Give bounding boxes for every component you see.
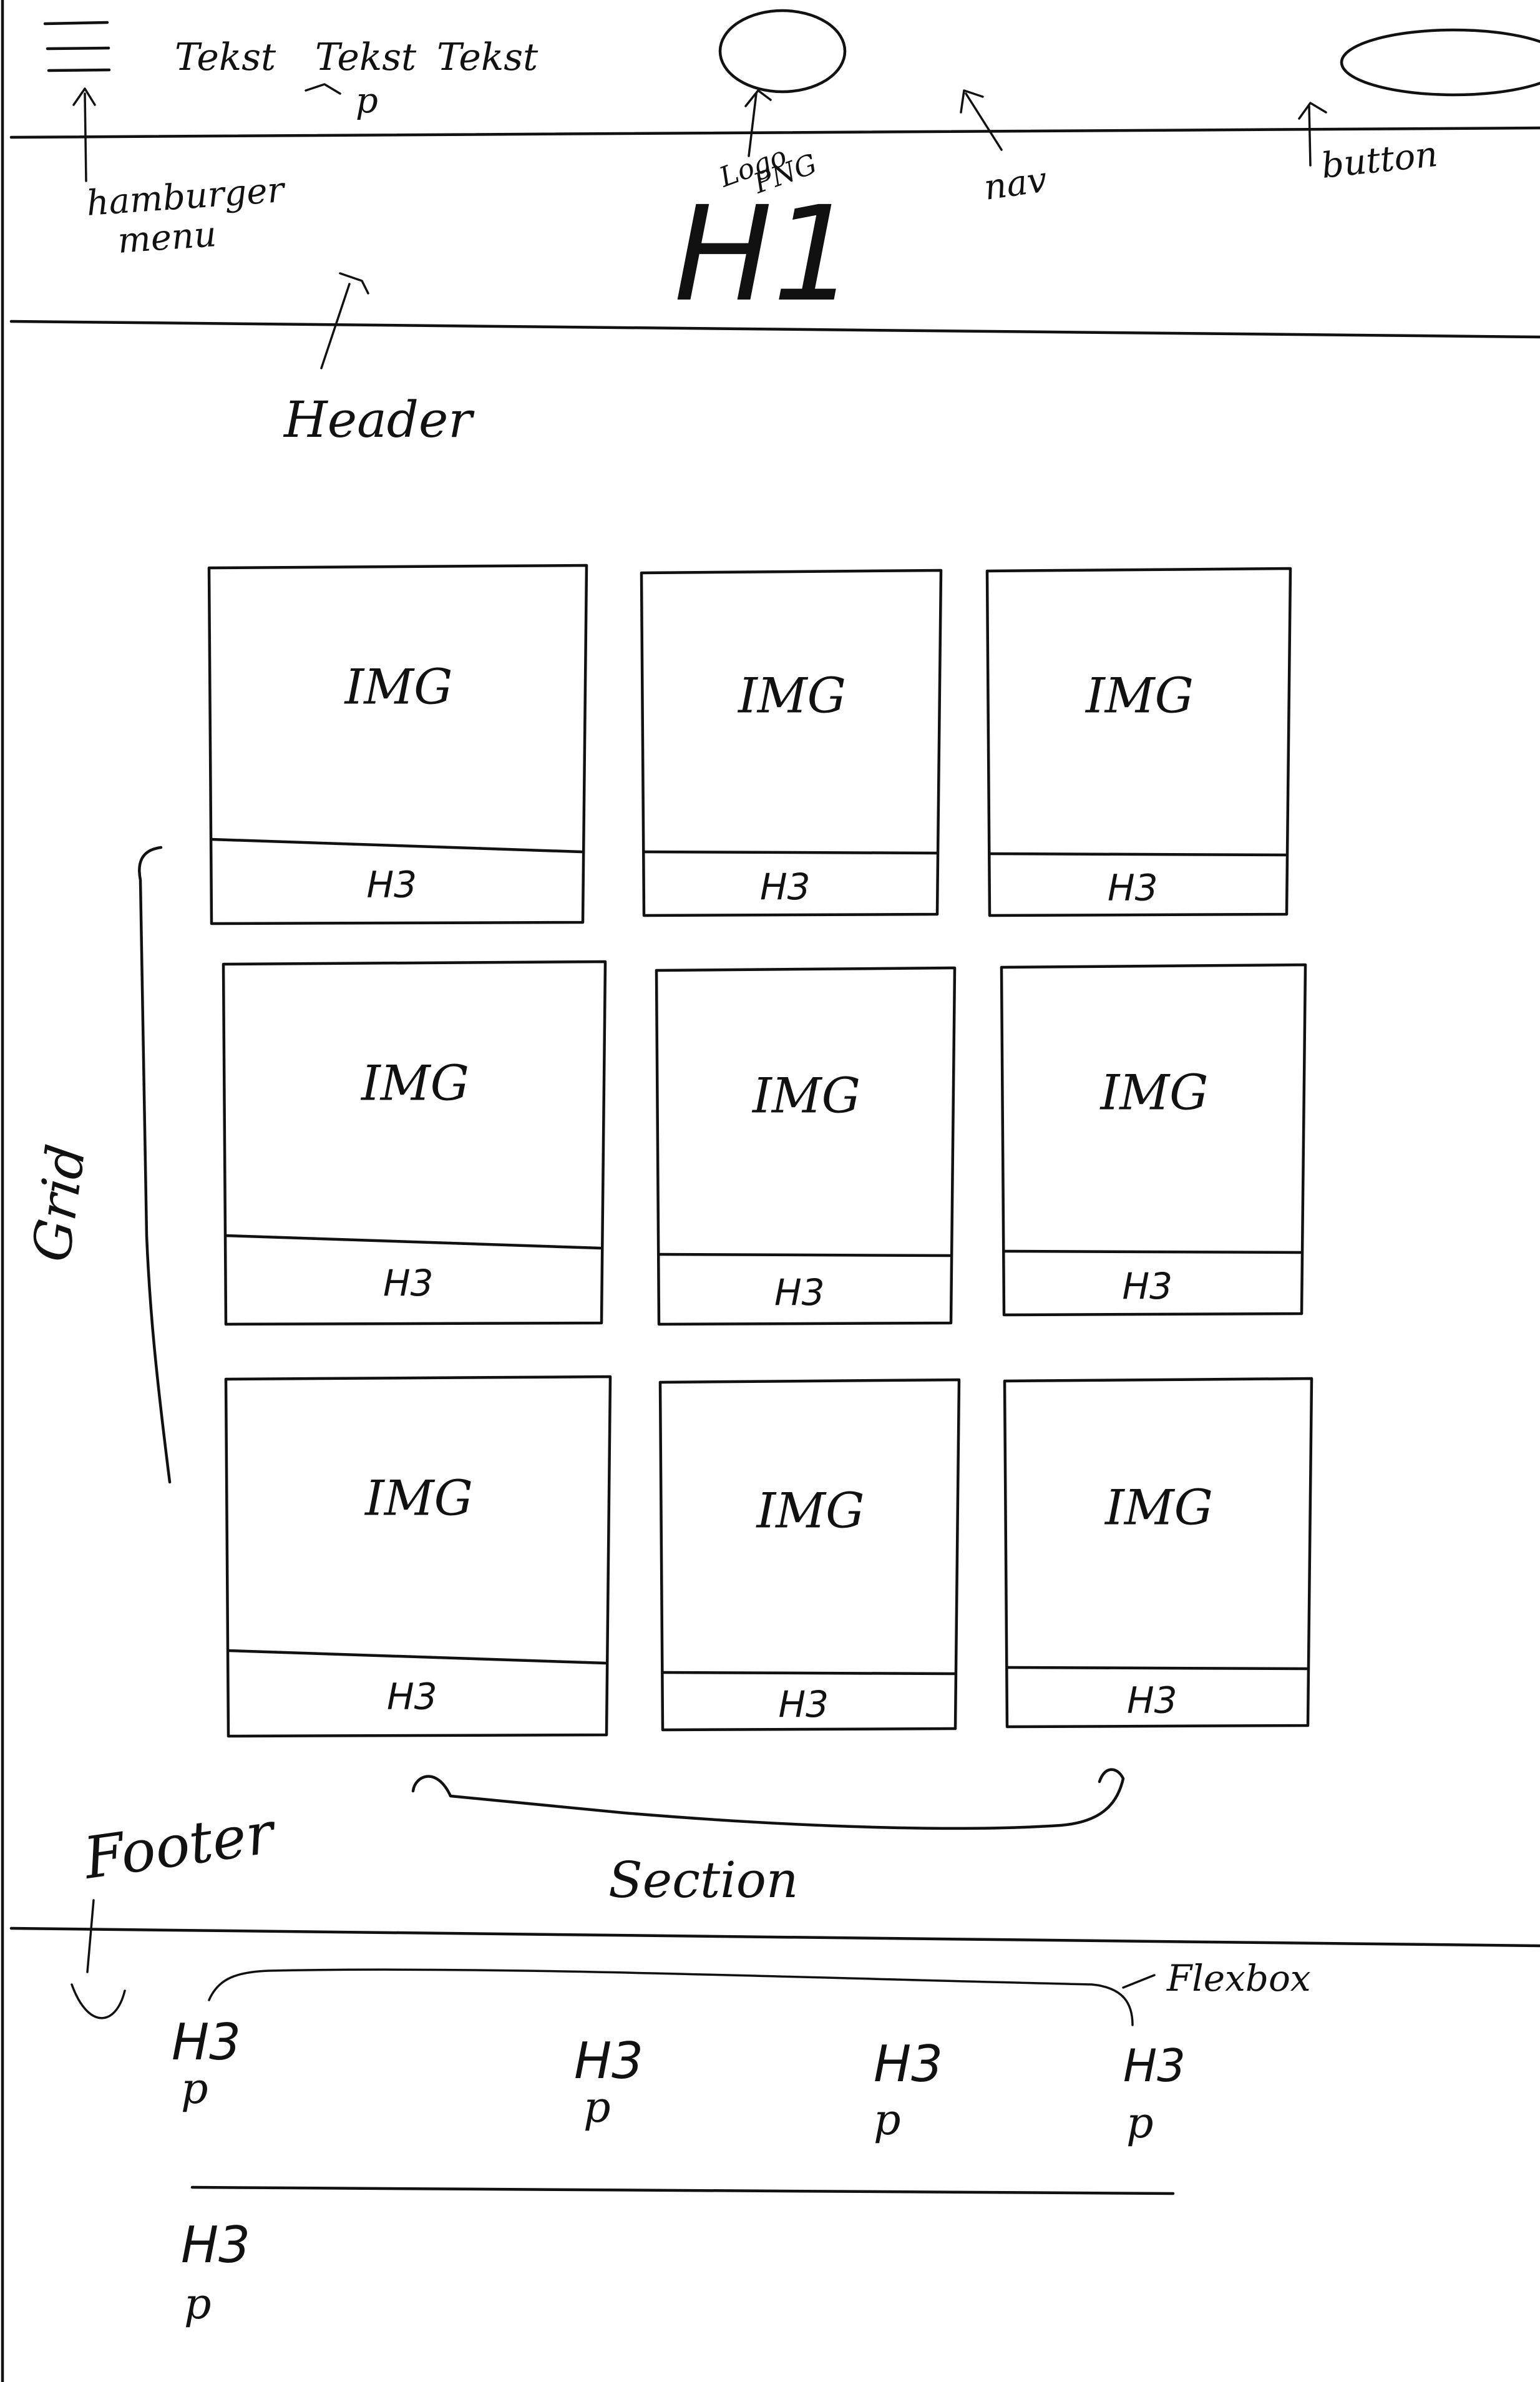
flexbox-label: Flexbox	[1166, 1957, 1311, 1999]
button-label: button	[1320, 134, 1440, 187]
section-label: Section	[608, 1851, 798, 1909]
nav-label: nav	[982, 159, 1050, 208]
section-brace	[411, 1768, 1125, 1830]
card-divider	[224, 1234, 602, 1250]
grid-card[interactable]: IMG H3	[1000, 963, 1307, 1317]
grid-card[interactable]: IMG H3	[222, 960, 607, 1326]
footer-col-4-h3: H3	[1123, 2039, 1186, 2092]
card-divider	[657, 1252, 952, 1257]
card-h3: H3	[367, 864, 417, 906]
footer-bottom-h3: H3	[181, 2216, 250, 2274]
card-divider	[988, 852, 1287, 857]
grid-card[interactable]: IMG H3	[1003, 1377, 1313, 1729]
flexbox-pointer	[1122, 1974, 1156, 1989]
footer-col-3-h3: H3	[874, 2035, 943, 2093]
card-frame	[1003, 1377, 1313, 1729]
card-h3: H3	[383, 1262, 434, 1304]
wireframe-sketch: hamburger menu Tekst Tekst Tekst p Logo …	[1, 0, 1540, 2382]
nav-arrow	[960, 89, 1003, 151]
footer-label: Footer	[79, 1799, 281, 1892]
footer-arrow	[71, 1899, 126, 2019]
card-h3: H3	[1108, 867, 1158, 909]
card-h3: H3	[387, 1676, 437, 1718]
card-img-placeholder: IMG	[1099, 1065, 1209, 1121]
nav-text-1[interactable]: Tekst	[175, 36, 276, 79]
card-divider	[227, 1649, 607, 1665]
grid-card[interactable]: IMG H3	[655, 966, 957, 1326]
footer-top-line	[9, 1926, 1540, 1948]
grid-card[interactable]: IMG H3	[207, 564, 588, 925]
footer-col-4-p: p	[1126, 2099, 1154, 2148]
flexbox-brace	[208, 1968, 1134, 2026]
card-img-placeholder: IMG	[364, 1471, 473, 1527]
footer-divider	[190, 2185, 1175, 2195]
card-divider	[661, 1671, 956, 1676]
grid-brace	[138, 846, 172, 1484]
card-h3: H3	[760, 866, 811, 908]
nav-p-label: p	[356, 81, 378, 121]
grid-label: Grid	[21, 1141, 97, 1266]
card-img-placeholder: IMG	[751, 1068, 860, 1125]
card-img-placeholder: IMG	[344, 660, 453, 716]
nav-p-arrow	[305, 83, 341, 95]
card-img-placeholder: IMG	[1084, 668, 1194, 725]
card-h3: H3	[774, 1271, 825, 1314]
card-frame	[658, 1378, 961, 1732]
card-h3: H3	[1127, 1679, 1177, 1722]
footer-col-2-p: p	[583, 2083, 611, 2132]
card-frame	[985, 567, 1292, 917]
card-img-placeholder: IMG	[360, 1056, 469, 1112]
hamburger-menu-icon[interactable]	[43, 21, 111, 72]
nav-text-3[interactable]: Tekst	[437, 36, 539, 79]
card-divider	[210, 837, 583, 854]
nav-text-2[interactable]: Tekst	[315, 36, 417, 79]
footer-col-3-p: p	[874, 2096, 901, 2145]
card-img-placeholder: IMG	[756, 1483, 865, 1540]
grid-card[interactable]: IMG H3	[224, 1375, 612, 1738]
page-h1: H1	[674, 178, 856, 331]
grid-card[interactable]: IMG H3	[985, 567, 1292, 917]
footer-bottom-p: p	[184, 2280, 212, 2329]
grid-card[interactable]: IMG H3	[658, 1378, 961, 1732]
grid-card[interactable]: IMG H3	[640, 569, 943, 917]
hamburger-arrow	[72, 87, 96, 182]
card-h3: H3	[779, 1683, 829, 1725]
footer-col-2-h3: H3	[574, 2032, 643, 2090]
button-ellipse[interactable]	[1340, 28, 1540, 97]
footer-col-1-p: p	[181, 2064, 208, 2114]
card-divider	[642, 850, 938, 855]
card-divider	[1002, 1249, 1302, 1254]
card-frame	[640, 569, 943, 917]
card-divider	[1005, 1666, 1309, 1671]
card-img-placeholder: IMG	[1104, 1480, 1213, 1536]
header-arrow	[320, 272, 369, 369]
card-img-placeholder: IMG	[737, 668, 846, 725]
hamburger-label-2: menu	[116, 214, 218, 261]
header-label: Header	[283, 391, 475, 449]
footer-col-1-h3: H3	[172, 2013, 241, 2071]
card-grid: IMG H3 IMG H3 IMG H3 IMG H3 IMG H3 IMG H3 IMG H3 IMG H3…	[207, 564, 1313, 1738]
card-h3: H3	[1123, 1265, 1173, 1307]
logo-ellipse[interactable]	[718, 9, 847, 94]
card-frame	[1000, 963, 1307, 1317]
